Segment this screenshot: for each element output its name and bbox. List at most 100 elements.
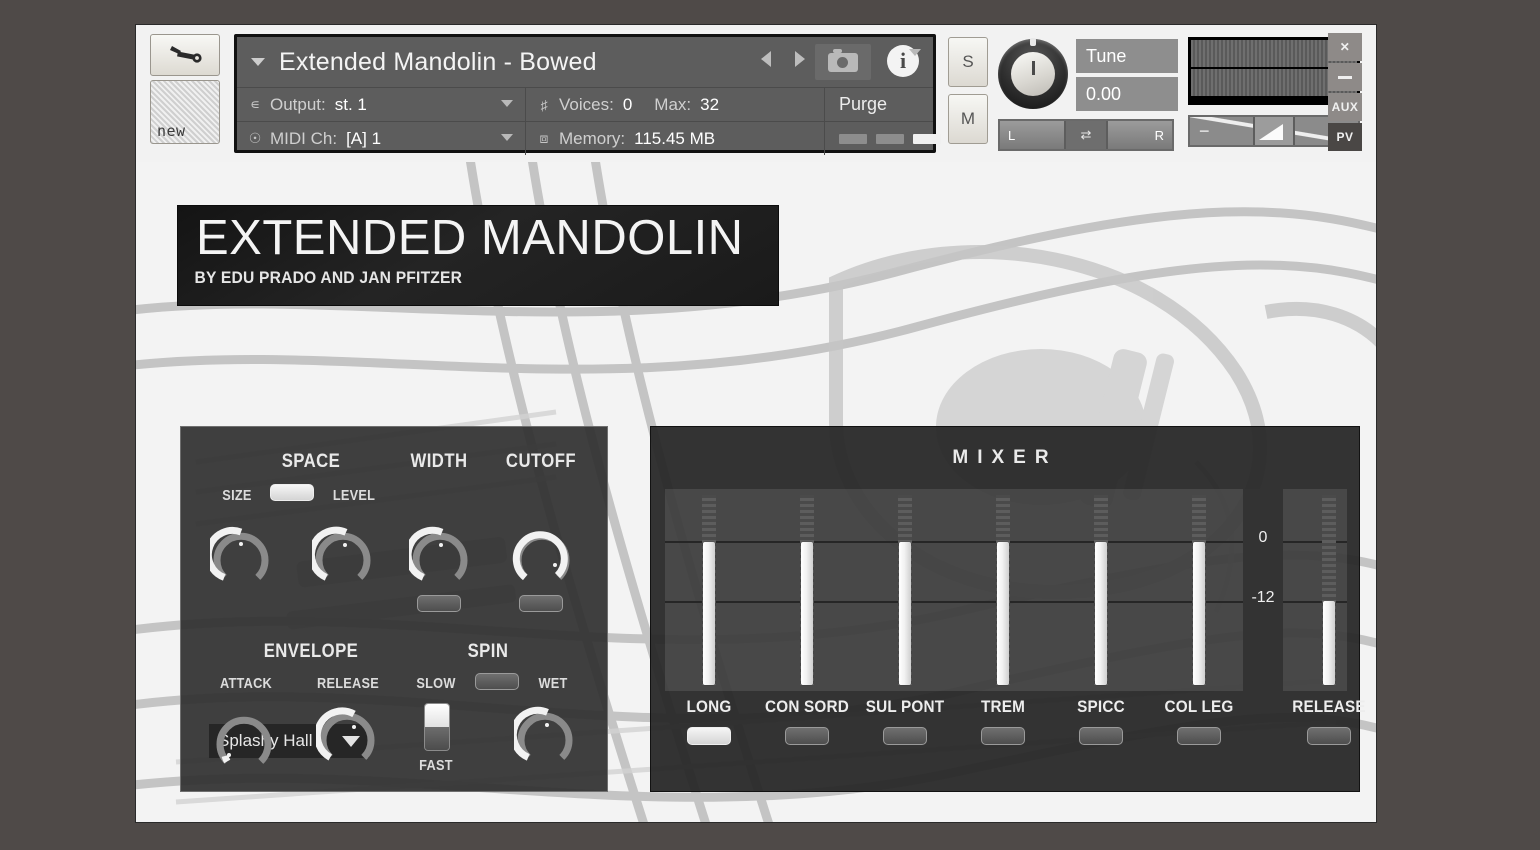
- close-button[interactable]: ✕: [1328, 33, 1362, 61]
- voices-label: Voices:: [559, 94, 614, 114]
- channel-button-col-leg[interactable]: [1177, 727, 1221, 745]
- cutoff-knob-ring: [512, 531, 570, 581]
- max-label: Max:: [654, 94, 692, 114]
- cutoff-section-title: CUTOFF: [505, 451, 577, 472]
- spin-speed-switch[interactable]: [424, 703, 450, 751]
- db-label-minus12: -12: [1251, 589, 1275, 606]
- snapshot-button[interactable]: [815, 44, 871, 80]
- channel-label-col-leg: COL LEG: [1164, 697, 1234, 716]
- edge-button-column: ✕ AUX PV: [1328, 33, 1362, 153]
- fader-handle[interactable]: [997, 542, 1009, 685]
- kontakt-window: new Extended Mandolin - Bowed i ∊ Output…: [136, 25, 1376, 822]
- chevron-down-icon[interactable]: [501, 134, 513, 141]
- tune-knob[interactable]: [998, 38, 1068, 109]
- midi-icon: ☉: [248, 130, 262, 146]
- channel-button-spicc[interactable]: [1079, 727, 1123, 745]
- attack-label: ATTACK: [219, 675, 273, 692]
- pv-button[interactable]: PV: [1328, 123, 1362, 151]
- fader-handle[interactable]: [703, 542, 715, 685]
- space-toggle-button[interactable]: [270, 484, 314, 501]
- memory-cell: ⧈ Memory: 115.45 MB: [526, 122, 825, 155]
- wet-knob[interactable]: [514, 705, 576, 767]
- fader-handle[interactable]: [1095, 542, 1107, 685]
- width-toggle-button[interactable]: [417, 595, 461, 612]
- purge-led-2: [876, 133, 904, 144]
- channel-button-sul-pont[interactable]: [883, 727, 927, 745]
- mute-button[interactable]: M: [948, 94, 988, 144]
- chevron-down-icon[interactable]: [251, 58, 265, 66]
- chevron-down-icon[interactable]: [909, 49, 921, 56]
- kontakt-header: new Extended Mandolin - Bowed i ∊ Output…: [136, 25, 1376, 162]
- minimize-button[interactable]: [1328, 63, 1362, 91]
- wet-knob-indicator: [545, 723, 549, 727]
- spin-slow-label: SLOW: [416, 675, 456, 692]
- channel-label-con-sord: CON SORD: [765, 697, 849, 716]
- channel-button-trem[interactable]: [981, 727, 1025, 745]
- release-knob-indicator: [352, 725, 356, 729]
- size-knob-ring: [210, 527, 269, 581]
- pan-slider[interactable]: L ⇄ R: [998, 119, 1174, 151]
- mixer-fader-area: 0 -12: [665, 489, 1347, 691]
- db-label-0: 0: [1258, 529, 1268, 546]
- size-label: SIZE: [222, 487, 252, 504]
- size-knob[interactable]: [210, 525, 272, 587]
- fader-channel-long[interactable]: [665, 489, 753, 691]
- db-scale-column: 0 -12: [1243, 489, 1283, 691]
- note-icon: ♯: [540, 96, 548, 113]
- fx-panel: SPACE WIDTH CUTOFF SIZE LEVEL Splashy Ha…: [180, 426, 608, 792]
- purge-cell[interactable]: Purge: [825, 49, 933, 121]
- screenshot-root: new Extended Mandolin - Bowed i ∊ Output…: [0, 0, 1540, 850]
- output-cell[interactable]: ∊ Output: st. 1: [237, 88, 526, 121]
- instrument-gui: EXTENDED MANDOLIN BY EDU PRADO AND JAN P…: [136, 162, 1376, 822]
- next-icon[interactable]: [795, 51, 805, 67]
- fader-channel-con-sord[interactable]: [763, 489, 851, 691]
- instrument-name[interactable]: Extended Mandolin - Bowed: [279, 48, 597, 77]
- spin-section-title: SPIN: [467, 641, 509, 662]
- tune-knob-cap: [1011, 52, 1055, 96]
- fader-handle[interactable]: [1323, 601, 1335, 685]
- solo-label: S: [962, 52, 974, 71]
- release-knob[interactable]: [316, 705, 378, 767]
- midi-cell[interactable]: ☉ MIDI Ch: [A] 1: [237, 122, 526, 155]
- spin-switch-lower: [425, 727, 449, 750]
- fader-channel-sul-pont[interactable]: [861, 489, 949, 691]
- new-instrument-button[interactable]: new: [150, 80, 220, 144]
- fader-channel-trem[interactable]: [959, 489, 1047, 691]
- wrench-button[interactable]: [150, 34, 220, 76]
- pan-right-label: R: [1108, 121, 1172, 149]
- fader-channel-col-leg[interactable]: [1155, 489, 1243, 691]
- channel-button-long[interactable]: [687, 727, 731, 745]
- fader-handle[interactable]: [801, 542, 813, 685]
- level-knob-indicator: [343, 543, 347, 547]
- output-voices-row: ∊ Output: st. 1 ♯ Voices: 0 Max: 32 Purg…: [237, 49, 933, 122]
- attack-knob-indicator: [227, 753, 231, 757]
- width-knob[interactable]: [409, 525, 471, 587]
- fader-channel-spicc[interactable]: [1057, 489, 1145, 691]
- fader-channel-release[interactable]: [1285, 489, 1373, 691]
- solo-button[interactable]: S: [948, 37, 988, 87]
- new-button-label: new: [157, 122, 186, 140]
- voices-cell: ♯ Voices: 0 Max: 32: [526, 88, 825, 121]
- envelope-section-title: ENVELOPE: [263, 641, 359, 662]
- solo-mute-column: S M: [948, 37, 988, 151]
- volume-handle[interactable]: [1253, 117, 1295, 145]
- channel-label-release: RELEASE: [1292, 697, 1366, 716]
- level-knob[interactable]: [312, 525, 374, 587]
- previous-icon[interactable]: [761, 51, 771, 67]
- wet-knob-ring: [514, 706, 573, 761]
- channel-button-con-sord[interactable]: [785, 727, 829, 745]
- tune-value[interactable]: 0.00: [1076, 77, 1178, 111]
- fader-handle[interactable]: [899, 542, 911, 685]
- aux-button[interactable]: AUX: [1328, 93, 1362, 121]
- channel-button-release[interactable]: [1307, 727, 1351, 745]
- pan-handle[interactable]: ⇄: [1064, 121, 1108, 149]
- purge-led-3: [913, 133, 941, 144]
- chevron-down-icon[interactable]: [501, 100, 513, 107]
- cutoff-knob[interactable]: [511, 525, 573, 587]
- attack-knob[interactable]: [213, 709, 275, 771]
- spin-toggle-button[interactable]: [475, 673, 519, 690]
- fader-handle[interactable]: [1193, 542, 1205, 685]
- release-label: RELEASE: [316, 675, 379, 692]
- volume-minus-label: −: [1199, 120, 1210, 141]
- cutoff-toggle-button[interactable]: [519, 595, 563, 612]
